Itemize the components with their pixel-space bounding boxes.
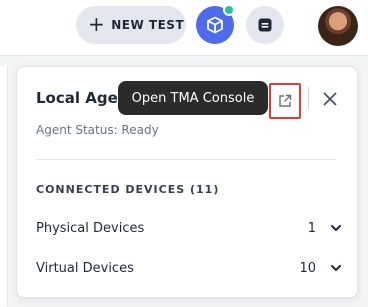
new-test-button[interactable]: + NEW TEST [76, 6, 186, 44]
connected-devices-heading: CONNECTED DEVICES (11) [36, 183, 220, 196]
device-row-virtual[interactable]: Virtual Devices 10 [36, 258, 342, 278]
top-bar: + NEW TEST [0, 0, 368, 56]
device-row-physical[interactable]: Physical Devices 1 [36, 218, 342, 238]
close-icon [323, 92, 337, 106]
chevron-down-icon[interactable] [330, 262, 342, 274]
device-label: Virtual Devices [36, 260, 134, 276]
open-console-button[interactable] [269, 83, 301, 119]
console-button[interactable] [246, 6, 284, 44]
background-panel-edge [0, 66, 8, 306]
agent-status-text: Agent Status: Ready [36, 123, 159, 137]
section-divider [36, 159, 336, 160]
device-count: 10 [299, 260, 316, 276]
console-icon [258, 18, 272, 32]
chevron-down-icon[interactable] [330, 222, 342, 234]
close-button[interactable] [318, 87, 342, 111]
device-label: Physical Devices [36, 220, 145, 236]
new-test-label: NEW TEST [111, 18, 185, 32]
cube-icon [207, 16, 223, 34]
agent-status-dot [223, 4, 235, 16]
device-count: 1 [307, 220, 316, 236]
header-divider [308, 87, 309, 109]
avatar[interactable] [318, 6, 358, 46]
external-link-icon [279, 94, 292, 107]
plus-icon: + [88, 12, 106, 36]
open-console-tooltip: Open TMA Console [118, 81, 268, 115]
